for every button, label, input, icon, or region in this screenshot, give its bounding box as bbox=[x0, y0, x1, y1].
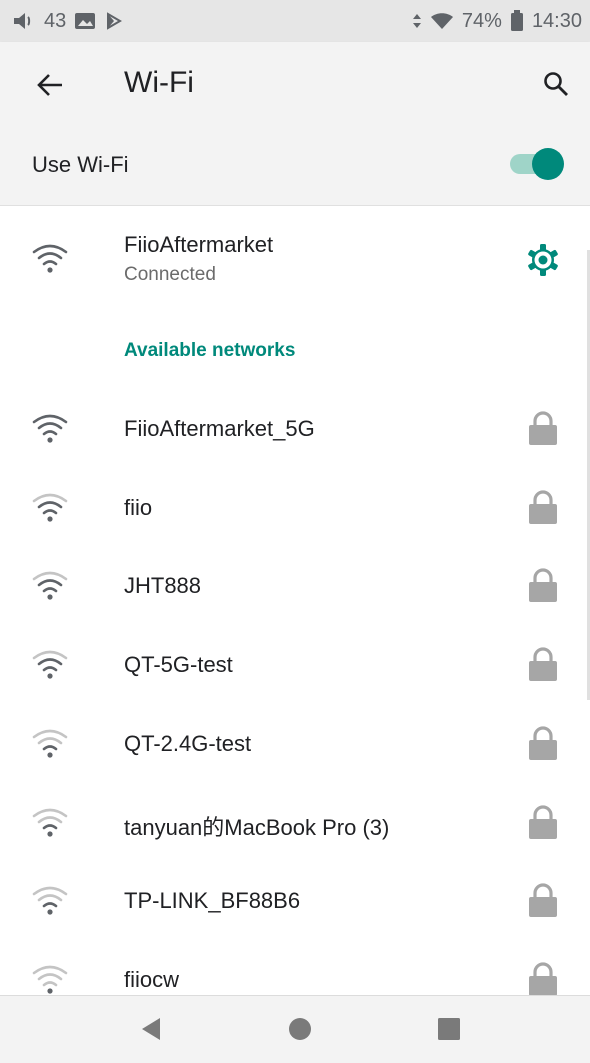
connected-ssid: FiioAftermarket bbox=[124, 232, 274, 257]
wifi-signal-full-icon bbox=[32, 244, 68, 273]
wifi-signal-icon bbox=[32, 808, 68, 837]
navigation-bar bbox=[0, 995, 590, 1063]
arrow-back-icon bbox=[37, 74, 62, 96]
wifi-signal-icon bbox=[32, 965, 68, 994]
network-row[interactable]: tanyuan的MacBook Pro (3) bbox=[0, 784, 590, 862]
wifi-signal-icon bbox=[32, 729, 68, 758]
network-ssid: fiiocw bbox=[124, 966, 180, 992]
network-row[interactable]: JHT888 bbox=[0, 547, 590, 625]
wifi-signal-icon bbox=[32, 886, 68, 915]
lock-icon bbox=[529, 647, 557, 682]
gear-icon[interactable] bbox=[525, 242, 561, 278]
nav-recents-button[interactable] bbox=[434, 1014, 464, 1044]
media-play-icon bbox=[104, 11, 124, 31]
network-ssid: QT-5G-test bbox=[124, 652, 233, 678]
lock-icon bbox=[529, 962, 557, 996]
network-row[interactable]: fiio bbox=[0, 469, 590, 547]
image-notification-icon bbox=[74, 11, 96, 31]
network-ssid: JHT888 bbox=[124, 573, 202, 599]
use-wifi-toggle[interactable] bbox=[510, 148, 566, 180]
status-bar: 43 74% 14:30 bbox=[0, 0, 590, 42]
network-row[interactable]: QT-5G-test bbox=[0, 626, 590, 704]
network-ssid: FiioAftermarket_5G bbox=[124, 416, 315, 441]
network-ssid: fiio bbox=[124, 494, 153, 520]
lock-icon bbox=[529, 804, 557, 839]
toggle-thumb bbox=[532, 148, 564, 180]
nav-recents-icon bbox=[438, 1018, 460, 1040]
battery-icon bbox=[510, 10, 524, 32]
battery-percent: 74% bbox=[461, 9, 502, 32]
available-networks-header: Available networks bbox=[124, 340, 296, 361]
lock-icon bbox=[529, 726, 557, 760]
wifi-status-icon bbox=[430, 11, 454, 31]
network-ssid: TP-LINK_BF88B6 bbox=[124, 888, 301, 914]
status-bar-left: 43 bbox=[12, 10, 124, 33]
wifi-signal-icon bbox=[32, 650, 68, 679]
network-row[interactable]: QT-2.4G-test bbox=[0, 705, 590, 783]
network-ssid: tanyuan的MacBook Pro (3) bbox=[124, 814, 390, 840]
page-title: Wi-Fi bbox=[124, 66, 194, 99]
nav-back-icon bbox=[142, 1018, 160, 1040]
nav-home-button[interactable] bbox=[285, 1014, 315, 1044]
status-bar-right: 74% 14:30 bbox=[412, 10, 582, 33]
app-bar: Wi-Fi bbox=[0, 42, 590, 124]
search-icon bbox=[544, 72, 568, 96]
data-activity-icon bbox=[412, 11, 422, 31]
lock-icon bbox=[529, 490, 557, 524]
connected-network-row[interactable]: FiioAftermarket Connected bbox=[0, 214, 590, 292]
network-row[interactable]: TP-LINK_BF88B6 bbox=[0, 862, 590, 940]
clock: 14:30 bbox=[531, 9, 582, 32]
lock-icon bbox=[529, 883, 557, 918]
wifi-signal-icon bbox=[32, 414, 68, 443]
volume-icon bbox=[12, 11, 36, 31]
search-button[interactable] bbox=[536, 64, 576, 104]
wifi-signal-icon bbox=[32, 493, 68, 522]
network-row[interactable]: FiioAftermarket_5G bbox=[0, 390, 590, 468]
use-wifi-row[interactable]: Use Wi-Fi bbox=[0, 124, 590, 206]
connection-status: Connected bbox=[124, 264, 216, 285]
lock-icon bbox=[529, 568, 557, 603]
lock-icon bbox=[529, 411, 557, 445]
use-wifi-label: Use Wi-Fi bbox=[32, 152, 129, 177]
nav-back-button[interactable] bbox=[136, 1014, 166, 1044]
volume-level: 43 bbox=[44, 9, 67, 32]
wifi-signal-icon bbox=[32, 572, 68, 600]
network-ssid: QT-2.4G-test bbox=[124, 730, 252, 756]
back-button[interactable] bbox=[30, 65, 70, 105]
nav-home-icon bbox=[289, 1018, 311, 1040]
